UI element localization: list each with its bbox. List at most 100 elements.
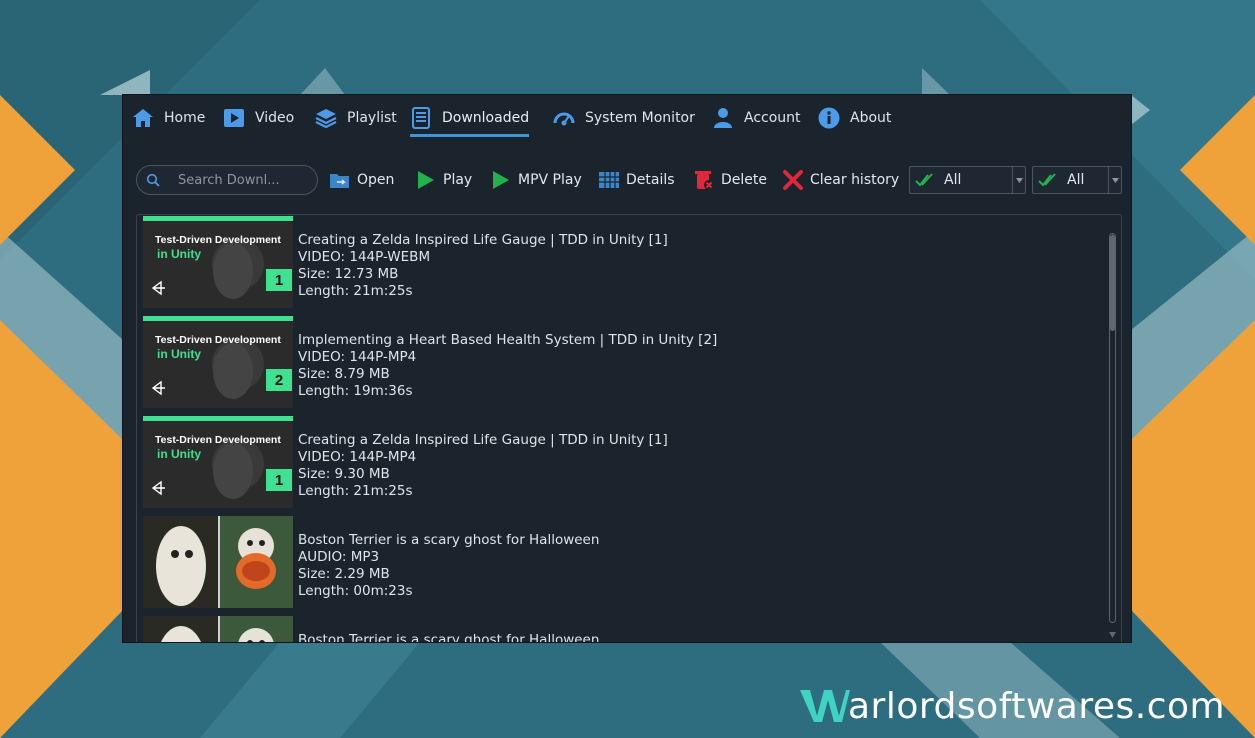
status-filter-value: All bbox=[1067, 172, 1085, 188]
app-window: Home Video Playlist Downloaded System Mo… bbox=[123, 95, 1131, 642]
layers-icon bbox=[315, 107, 337, 129]
thumb-subtitle: in Unity bbox=[157, 447, 201, 461]
nav-playlist-label: Playlist bbox=[347, 110, 397, 126]
video-thumbnail: Test-Driven Development in Unity 1 bbox=[143, 416, 293, 508]
download-format: VIDEO: 144P-MP4 bbox=[298, 449, 417, 465]
download-title: Boston Terrier is a scary ghost for Hall… bbox=[298, 532, 600, 548]
download-info: Boston Terrier is a scary ghost for Hall… bbox=[298, 532, 599, 600]
close-x-icon bbox=[782, 169, 804, 191]
download-size: Size: 8.79 MB bbox=[298, 366, 390, 382]
details-label: Details bbox=[626, 172, 675, 188]
nav-downloaded[interactable]: Downloaded bbox=[410, 103, 530, 137]
nav-home-label: Home bbox=[164, 110, 206, 126]
speedometer-icon bbox=[553, 107, 575, 129]
details-button[interactable]: Details bbox=[598, 167, 675, 193]
download-info: Creating a Zelda Inspired Life Gauge | T… bbox=[298, 232, 668, 300]
nav-system-monitor-label: System Monitor bbox=[585, 110, 695, 126]
status-filter-select[interactable]: All bbox=[1032, 166, 1122, 194]
scroll-down-arrow[interactable] bbox=[1109, 623, 1116, 638]
nav-account-label: Account bbox=[744, 110, 801, 126]
nav-about-label: About bbox=[850, 110, 892, 126]
w-logo-icon bbox=[800, 686, 850, 726]
mpv-play-button[interactable]: MPV Play bbox=[490, 167, 582, 193]
nav-home[interactable]: Home bbox=[132, 103, 205, 133]
search-icon bbox=[146, 173, 160, 187]
thumb-number: 2 bbox=[275, 372, 283, 389]
chevron-down-icon[interactable] bbox=[1108, 167, 1121, 193]
download-size: Size: 2.29 MB bbox=[298, 566, 390, 582]
toolbar: Open Play MPV Play Details Delete bbox=[123, 165, 1131, 195]
double-check-icon bbox=[915, 172, 935, 188]
clear-history-button[interactable]: Clear history bbox=[782, 167, 899, 193]
nav-playlist[interactable]: Playlist bbox=[315, 103, 397, 133]
double-check-icon bbox=[1038, 172, 1058, 188]
download-row[interactable]: Boston Terrier is a scary ghost for Hall… bbox=[143, 616, 1103, 642]
download-size: Size: 12.73 MB bbox=[298, 266, 399, 282]
info-icon bbox=[818, 107, 840, 129]
download-title: Creating a Zelda Inspired Life Gauge | T… bbox=[298, 232, 668, 248]
video-thumbnail bbox=[143, 516, 293, 608]
details-grid-icon bbox=[598, 169, 620, 191]
download-format: VIDEO: 144P-WEBM bbox=[298, 249, 431, 265]
user-icon bbox=[712, 107, 734, 129]
nav-video-label: Video bbox=[255, 110, 295, 126]
video-thumbnail: Test-Driven Development in Unity 1 bbox=[143, 216, 293, 308]
download-length: Length: 21m:25s bbox=[298, 283, 413, 299]
play-icon bbox=[415, 169, 437, 191]
nav-system-monitor[interactable]: System Monitor bbox=[553, 103, 695, 133]
download-row[interactable]: Boston Terrier is a scary ghost for Hall… bbox=[143, 516, 1103, 608]
video-thumbnail: Test-Driven Development in Unity 2 bbox=[143, 316, 293, 408]
mpv-play-label: MPV Play bbox=[518, 172, 582, 188]
download-title: Creating a Zelda Inspired Life Gauge | T… bbox=[298, 432, 668, 448]
download-info: Creating a Zelda Inspired Life Gauge | T… bbox=[298, 432, 668, 500]
type-filter-value: All bbox=[944, 172, 962, 188]
nav-about[interactable]: About bbox=[818, 103, 891, 133]
nav-video[interactable]: Video bbox=[223, 103, 294, 133]
vertical-scrollbar[interactable] bbox=[1109, 225, 1116, 638]
video-play-icon bbox=[223, 107, 245, 129]
home-icon bbox=[132, 107, 154, 129]
thumb-title: Test-Driven Development bbox=[155, 334, 281, 346]
clear-history-label: Clear history bbox=[810, 172, 900, 188]
mpv-play-icon bbox=[490, 169, 512, 191]
chevron-down-icon[interactable] bbox=[1012, 167, 1025, 193]
download-title: Implementing a Heart Based Health System… bbox=[298, 332, 718, 348]
download-info: Implementing a Heart Based Health System… bbox=[298, 332, 717, 400]
thumb-number: 1 bbox=[275, 472, 283, 489]
thumb-title: Test-Driven Development bbox=[155, 234, 281, 246]
open-folder-icon bbox=[329, 169, 351, 191]
top-nav: Home Video Playlist Downloaded System Mo… bbox=[123, 95, 1131, 141]
download-size: Size: 9.30 MB bbox=[298, 466, 390, 482]
download-length: Length: 00m:23s bbox=[298, 583, 413, 599]
thumb-subtitle: in Unity bbox=[157, 247, 201, 261]
downloads-list[interactable]: Test-Driven Development in Unity 1 Creat… bbox=[136, 214, 1122, 642]
download-row[interactable]: Test-Driven Development in Unity 1 Creat… bbox=[143, 216, 1103, 308]
thumb-subtitle: in Unity bbox=[157, 347, 201, 361]
scroll-up-arrow[interactable] bbox=[1109, 225, 1116, 240]
play-label: Play bbox=[443, 172, 473, 188]
download-row[interactable]: Test-Driven Development in Unity 1 Creat… bbox=[143, 416, 1103, 508]
video-thumbnail bbox=[143, 616, 293, 642]
nav-account[interactable]: Account bbox=[712, 103, 801, 133]
download-row[interactable]: Test-Driven Development in Unity 2 Imple… bbox=[143, 316, 1103, 408]
delete-label: Delete bbox=[721, 172, 767, 188]
trash-icon bbox=[693, 169, 715, 191]
search-input[interactable] bbox=[176, 171, 310, 189]
scroll-thumb[interactable] bbox=[1110, 235, 1115, 331]
watermark-logo: arlordsoftwares.com bbox=[800, 682, 1225, 730]
thumb-title: Test-Driven Development bbox=[155, 434, 281, 446]
type-filter-select[interactable]: All bbox=[909, 166, 1026, 194]
play-button[interactable]: Play bbox=[415, 167, 472, 193]
search-box[interactable] bbox=[136, 165, 318, 195]
delete-button[interactable]: Delete bbox=[693, 167, 767, 193]
open-label: Open bbox=[357, 172, 395, 188]
download-format: VIDEO: 144P-MP4 bbox=[298, 349, 417, 365]
download-info: Boston Terrier is a scary ghost for Hall… bbox=[298, 632, 599, 642]
download-length: Length: 21m:25s bbox=[298, 483, 413, 499]
open-button[interactable]: Open bbox=[329, 167, 394, 193]
download-format: AUDIO: MP3 bbox=[298, 549, 380, 565]
thumb-number: 1 bbox=[275, 272, 283, 289]
download-title: Boston Terrier is a scary ghost for Hall… bbox=[298, 632, 600, 642]
watermark-text: arlordsoftwares.com bbox=[848, 685, 1226, 727]
nav-downloaded-label: Downloaded bbox=[442, 110, 530, 126]
